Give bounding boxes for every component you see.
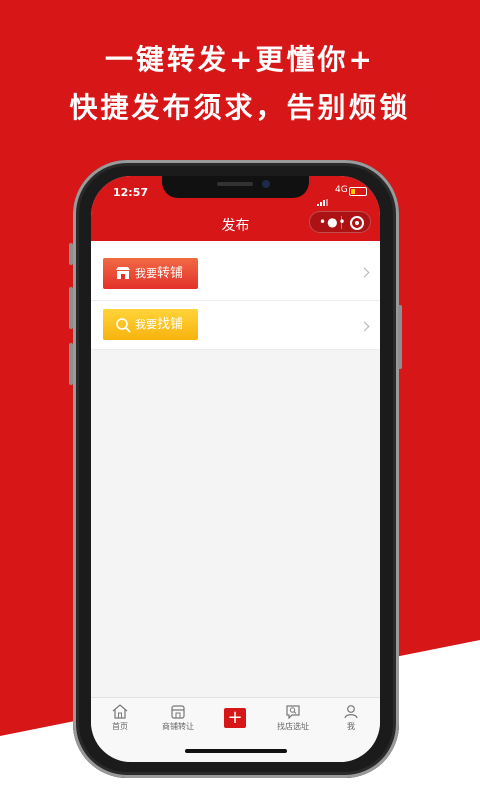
capsule-divider: [341, 216, 342, 229]
status-time: 12:57: [113, 186, 149, 199]
headline-line-1: 一键转发+更懂你+: [105, 43, 375, 76]
tab-label: 首页: [112, 722, 128, 731]
tab-shop-transfer[interactable]: 商铺转让: [149, 704, 207, 732]
tab-label: 找店选址: [277, 722, 309, 731]
network-type: 4G: [335, 185, 348, 195]
transfer-label-small: 我要: [135, 267, 157, 280]
magnifier-icon: [116, 318, 131, 333]
chat-search-icon: [286, 705, 300, 719]
list-item-transfer[interactable]: 我要转铺: [91, 241, 380, 301]
phone-volume-up: [69, 287, 73, 329]
transfer-label-big: 转铺: [157, 266, 184, 281]
navigation-bar: 发布 •●•: [91, 206, 380, 241]
plus-icon: +: [227, 707, 243, 728]
store-icon: [171, 705, 185, 719]
phone-mute-switch: [69, 243, 73, 265]
transfer-shop-button[interactable]: 我要转铺: [103, 258, 198, 289]
person-icon: [344, 705, 358, 719]
tab-publish-plus[interactable]: +: [224, 708, 246, 728]
phone-notch: [162, 176, 309, 198]
tab-find-location[interactable]: 找店选址: [264, 704, 322, 732]
chevron-right-icon: [359, 267, 370, 278]
chevron-right-icon: [359, 321, 370, 332]
more-dots-icon[interactable]: •●•: [319, 215, 347, 229]
headline-line-2: 快捷发布须求，告别烦锁: [69, 91, 411, 124]
speaker-grille: [217, 182, 253, 186]
shop-icon: [116, 267, 130, 279]
close-target-icon[interactable]: [350, 216, 364, 230]
tab-label: 我: [347, 722, 355, 731]
find-label-big: 找铺: [157, 317, 184, 332]
home-indicator[interactable]: [185, 749, 287, 753]
phone-power-button: [398, 305, 402, 369]
publish-options-list: 我要转铺 我要找铺: [91, 241, 380, 350]
phone-screen: 12:57 4G 发布 •●• 我要转铺 我要找铺 首页 商铺转让 + 找店选址…: [91, 176, 380, 762]
tab-me[interactable]: 我: [322, 704, 380, 732]
phone-volume-down: [69, 343, 73, 385]
tab-home[interactable]: 首页: [91, 704, 149, 732]
miniprogram-capsule: •●•: [309, 211, 371, 233]
front-camera: [262, 180, 270, 188]
list-item-find[interactable]: 我要找铺: [91, 301, 380, 350]
battery-icon: [349, 187, 367, 196]
home-icon: [112, 704, 128, 719]
find-shop-button[interactable]: 我要找铺: [103, 309, 198, 340]
signal-icon: [317, 188, 329, 207]
tab-label: 商铺转让: [162, 722, 194, 731]
find-label-small: 我要: [135, 318, 157, 331]
